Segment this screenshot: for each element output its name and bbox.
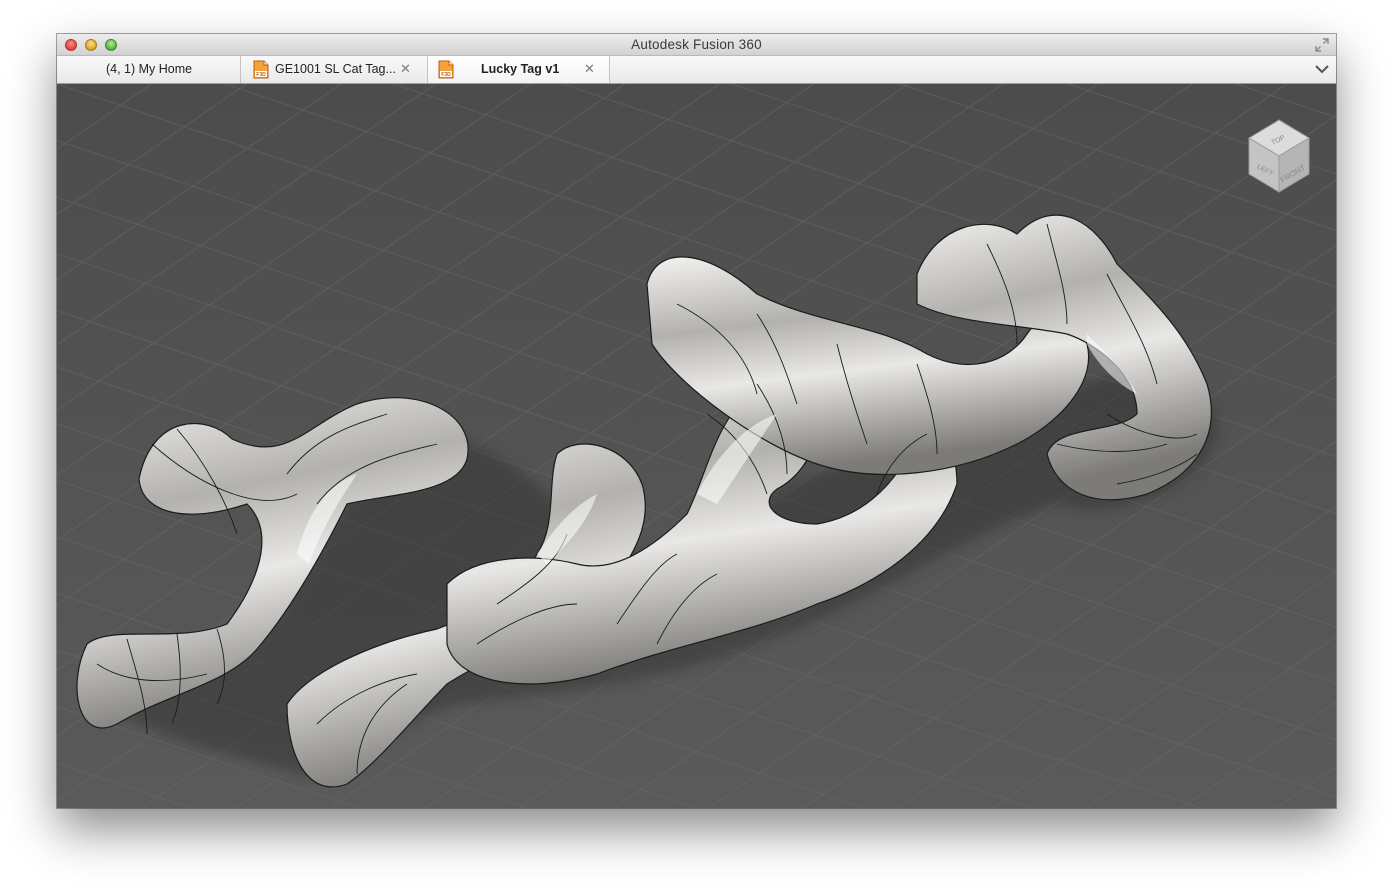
window-title: Autodesk Fusion 360	[631, 37, 762, 52]
tab-lucky-tag-v1[interactable]: F3D Lucky Tag v1 ✕	[428, 56, 610, 83]
3d-canvas[interactable]: TOP FRONT LEFT	[57, 84, 1336, 808]
tab-ge1001-sl-cat-tag[interactable]: F3D GE1001 SL Cat Tag... ✕	[241, 56, 428, 83]
tab-label: (4, 1) My Home	[106, 62, 193, 76]
svg-text:F3D: F3D	[256, 72, 266, 78]
fullscreen-icon[interactable]	[1315, 38, 1329, 52]
3d-canvas-viewport[interactable]: TOP FRONT LEFT	[57, 84, 1336, 808]
app-window: Autodesk Fusion 360 (4, 1) My Home F3D G…	[57, 34, 1336, 808]
tab-label: Lucky Tag v1	[481, 62, 560, 76]
svg-text:F3D: F3D	[441, 72, 451, 78]
title-bar[interactable]: Autodesk Fusion 360	[57, 34, 1336, 56]
tab-label: GE1001 SL Cat Tag...	[275, 62, 396, 76]
f3d-file-icon: F3D	[253, 60, 269, 79]
close-tab-icon[interactable]: ✕	[584, 61, 595, 77]
tab-my-home[interactable]: (4, 1) My Home	[57, 56, 241, 83]
f3d-file-icon: F3D	[438, 60, 454, 79]
document-tab-bar: (4, 1) My Home F3D GE1001 SL Cat Tag... …	[57, 56, 1336, 84]
chevron-down-icon[interactable]	[1314, 61, 1330, 77]
close-tab-icon[interactable]: ✕	[400, 61, 411, 77]
